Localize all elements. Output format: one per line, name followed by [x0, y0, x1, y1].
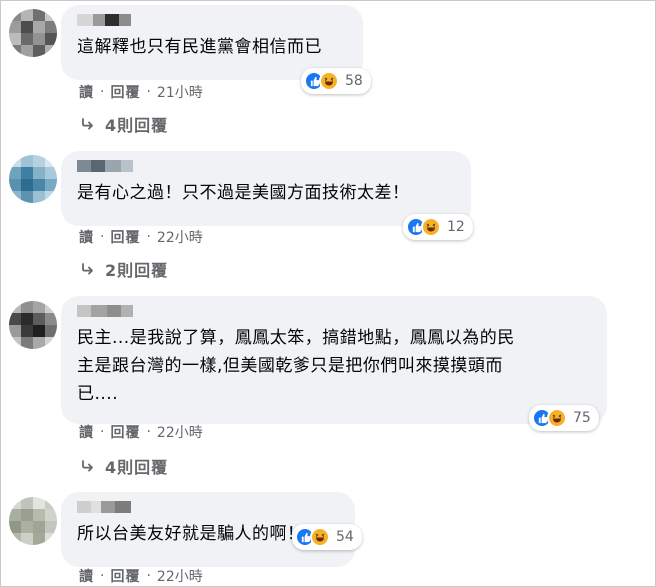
timestamp[interactable]: 22小時 — [157, 227, 203, 247]
replies-label: 4則回覆 — [105, 116, 169, 135]
comment-actions: 讀 · 回覆 · 21小時 — [79, 82, 203, 102]
comment-text-line: 主是跟台灣的一樣,但美國乾爹只是把你們叫來摸摸頭而 — [77, 356, 503, 376]
read-link[interactable]: 讀 — [79, 82, 94, 102]
reply-arrow-icon — [82, 118, 93, 130]
comment-bubble: 民主...是我說了算，鳳鳳太笨，搞錯地點，鳳鳳以為的民 主是跟台灣的一樣,但美國… — [61, 296, 607, 424]
haha-icon — [319, 71, 339, 91]
author-name[interactable] — [77, 160, 455, 172]
separator-dot: · — [146, 84, 151, 100]
comments-panel: 這解釋也只有民進黨會相信而已 58 讀 · 回覆 · 21小時 4則回覆 是有心… — [0, 0, 656, 587]
author-name[interactable] — [77, 14, 347, 26]
haha-icon — [547, 408, 567, 428]
author-name[interactable] — [77, 501, 339, 513]
timestamp[interactable]: 21小時 — [157, 82, 203, 102]
avatar[interactable] — [9, 497, 57, 545]
separator-dot: · — [100, 424, 105, 440]
replies-label: 4則回覆 — [105, 458, 169, 477]
timestamp[interactable]: 22小時 — [157, 566, 203, 586]
reaction-count: 58 — [345, 73, 363, 89]
reply-button[interactable]: 回覆 — [110, 227, 140, 247]
separator-dot: · — [100, 568, 105, 584]
separator-dot: · — [100, 229, 105, 245]
separator-dot: · — [100, 84, 105, 100]
avatar[interactable] — [9, 155, 57, 203]
reaction-count: 12 — [447, 219, 465, 235]
reaction-summary[interactable]: 58 — [301, 68, 371, 94]
comment-text-line: 民主...是我說了算，鳳鳳太笨，搞錯地點，鳳鳳以為的民 — [77, 328, 515, 348]
comment-actions: 讀 · 回覆 · 22小時 — [79, 422, 203, 442]
timestamp[interactable]: 22小時 — [157, 422, 203, 442]
separator-dot: · — [146, 568, 151, 584]
view-replies-button[interactable]: 4則回覆 — [81, 112, 168, 136]
comment-text-line: 已.... — [77, 384, 119, 404]
reply-arrow-icon — [82, 460, 93, 472]
reply-button[interactable]: 回覆 — [110, 566, 140, 586]
haha-icon — [421, 217, 441, 237]
reply-button[interactable]: 回覆 — [110, 422, 140, 442]
reply-button[interactable]: 回覆 — [110, 82, 140, 102]
comment-text: 這解釋也只有民進黨會相信而已 — [77, 37, 322, 57]
comment-text: 是有心之過！只不過是美國方面技術太差！ — [77, 183, 410, 203]
read-link[interactable]: 讀 — [79, 227, 94, 247]
haha-icon — [310, 527, 330, 547]
view-replies-button[interactable]: 2則回覆 — [81, 257, 168, 281]
separator-dot: · — [146, 424, 151, 440]
reaction-summary[interactable]: 12 — [403, 214, 473, 240]
read-link[interactable]: 讀 — [79, 422, 94, 442]
view-replies-button[interactable]: 4則回覆 — [81, 454, 168, 478]
reaction-count: 75 — [573, 410, 591, 426]
comment-actions: 讀 · 回覆 · 22小時 — [79, 566, 203, 586]
read-link[interactable]: 讀 — [79, 566, 94, 586]
reaction-summary[interactable]: 54 — [292, 524, 362, 550]
replies-label: 2則回覆 — [105, 261, 169, 280]
author-name[interactable] — [77, 305, 591, 317]
reaction-count: 54 — [336, 529, 354, 545]
comment-text: 民主...是我說了算，鳳鳳太笨，搞錯地點，鳳鳳以為的民 主是跟台灣的一樣,但美國… — [77, 324, 591, 408]
reply-arrow-icon — [82, 263, 93, 275]
avatar[interactable] — [9, 9, 57, 57]
reaction-summary[interactable]: 75 — [529, 405, 599, 431]
separator-dot: · — [146, 229, 151, 245]
avatar[interactable] — [9, 301, 57, 349]
comment-actions: 讀 · 回覆 · 22小時 — [79, 227, 203, 247]
